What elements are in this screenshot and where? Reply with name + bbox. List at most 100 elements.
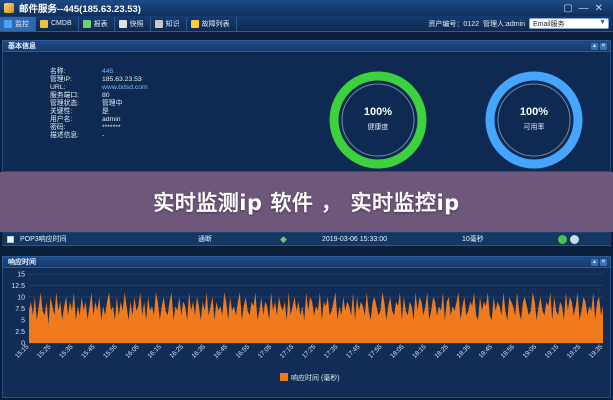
collapse-icon[interactable]: ▴	[591, 258, 598, 266]
x-tick-label: 16:55	[235, 343, 252, 360]
x-tick-label: 18:35	[455, 343, 472, 360]
snapshot-icon	[118, 19, 127, 28]
x-tick-label: 18:25	[433, 343, 450, 360]
x-tick-label: 18:55	[500, 343, 517, 360]
x-tick-label: 19:05	[522, 343, 539, 360]
indicator-name: POP3响应时间	[20, 236, 67, 243]
x-tick-label: 17:25	[301, 343, 318, 360]
legend-label: 响应时间 (毫秒)	[291, 373, 340, 382]
info-row-critical: 关键性: 是	[50, 108, 148, 116]
service-dropdown[interactable]: Email服务 ▼	[529, 18, 609, 29]
tab-monitor[interactable]: 监控	[0, 16, 36, 31]
tab-bar: 监控 CMDB 报表 快照 知识 故障列表 资产编号：0122 管理人:admi…	[0, 16, 613, 32]
response-time-chart-box: 0 2.5 5 7.5 10 12.5 15 15:15 15:25 15:35 15:45 15:…	[2, 268, 611, 398]
admin-label: 管理人:admin	[482, 20, 525, 28]
x-tick-label: 16:25	[168, 343, 185, 360]
row-checkbox[interactable]	[7, 235, 14, 243]
availability-percent: 100%	[519, 106, 549, 118]
y-tick-label: 7.5	[15, 306, 25, 313]
indicator-time: 2019-03-06 15:33:00	[322, 235, 387, 243]
close-icon[interactable]: ×	[600, 258, 607, 266]
x-tick-label: 19:25	[566, 343, 583, 360]
y-tick-label: 12.5	[11, 283, 25, 290]
basic-info-list: 名称: 445 管理IP: 185.63.23.53 URL: www.bdsd.co…	[50, 68, 148, 140]
info-value: 是	[102, 108, 109, 115]
x-tick-label: 16:15	[146, 343, 163, 360]
health-ring	[329, 71, 427, 169]
availability-ring	[485, 71, 583, 169]
settings-icon[interactable]	[570, 234, 579, 244]
info-value-link[interactable]: www.bdsd.com	[102, 84, 148, 92]
info-value-link[interactable]: 445	[102, 68, 113, 76]
cmdb-icon	[40, 19, 48, 28]
x-tick-label: 15:15	[14, 343, 31, 360]
x-tick-label: 19:15	[544, 343, 561, 360]
info-row-password: 密码: *******	[50, 124, 148, 132]
info-row-ip: 管理IP: 185.63.23.53	[50, 76, 148, 84]
header-right: 资产编号：0122 管理人:admin Email服务 ▼	[428, 18, 613, 29]
indicator-value: 10毫秒	[462, 236, 484, 243]
info-key: 用户名:	[50, 116, 73, 123]
tab-fault-list[interactable]: 故障列表	[187, 16, 237, 31]
info-value: -	[102, 132, 105, 139]
app-logo-icon	[4, 3, 14, 13]
info-row-port: 服务端口: 80	[50, 92, 148, 100]
info-row-user: 用户名: admin	[50, 116, 148, 124]
table-row[interactable]: POP3响应时间 通断 ◆ 2019-03-06 15:33:00 10毫秒	[2, 233, 611, 246]
chevron-down-icon: ▼	[599, 19, 606, 26]
y-tick-label: 15	[17, 272, 25, 279]
tab-report[interactable]: 报表	[79, 16, 115, 31]
y-tick-label: 5	[21, 318, 25, 325]
info-value: 管理中	[102, 100, 123, 107]
response-area	[29, 292, 603, 343]
knowledge-icon	[154, 19, 163, 28]
collapse-icon[interactable]: ▴	[591, 42, 598, 50]
close-icon[interactable]: ✕	[595, 3, 603, 14]
tab-cmdb[interactable]: CMDB	[36, 16, 79, 31]
window-titlebar: 邮件服务--445(185.63.23.53) ▢ — ✕	[0, 0, 613, 16]
tab-label: 知识	[165, 20, 180, 28]
x-tick-label: 18:15	[411, 343, 428, 360]
asset-number: 资产编号：0122	[428, 20, 479, 28]
response-time-header: 响应时间 ▴ ×	[2, 256, 611, 268]
info-key: 管理IP:	[50, 76, 72, 83]
tab-label: CMDB	[51, 20, 72, 27]
info-row-description: 描述信息: -	[50, 132, 148, 140]
banner-overlay: 实时监测ip 软件 ， 实时监控ip	[0, 172, 613, 232]
minimize-icon[interactable]: —	[579, 3, 589, 14]
info-key: 名称:	[50, 68, 66, 75]
panel-title: 响应时间	[8, 259, 36, 266]
info-value: *******	[102, 124, 121, 131]
x-tick-label: 16:45	[213, 343, 230, 360]
x-tick-label: 17:45	[345, 343, 362, 360]
tab-label: 故障列表	[201, 20, 230, 28]
response-time-chart: 02.557.51012.515 15:15 15:25 15:35 15:45 15:…	[11, 272, 605, 383]
y-tick-label: 2.5	[15, 329, 25, 336]
indicator-status: 通断	[198, 236, 212, 243]
info-icon[interactable]	[558, 234, 567, 244]
x-tick-label: 16:35	[191, 343, 208, 360]
health-gauge: 100% 健康度	[328, 70, 428, 170]
info-row-status: 管理状态: 管理中	[50, 100, 148, 108]
tab-label: 监控	[15, 20, 29, 28]
x-tick-label: 17:35	[323, 343, 340, 360]
tab-snapshot[interactable]: 快照	[115, 16, 151, 31]
window-controls: ▢ — ✕	[563, 3, 613, 14]
info-row-name: 名称: 445	[50, 68, 148, 76]
status-ok-icon: ◆	[280, 233, 287, 244]
tab-label: 快照	[129, 20, 144, 28]
x-tick-label: 15:55	[102, 343, 119, 360]
health-label: 健康度	[367, 124, 389, 131]
info-row-url: URL: www.bdsd.com	[50, 84, 148, 92]
tab-knowledge[interactable]: 知识	[151, 16, 187, 31]
x-tick-label: 18:05	[389, 343, 406, 360]
x-tick-label: 19:35	[588, 343, 605, 360]
x-tick-label: 18:45	[478, 343, 495, 360]
close-icon[interactable]: ×	[600, 42, 607, 50]
window-title: 邮件服务--445(185.63.23.53)	[19, 4, 141, 15]
maximize-icon[interactable]: ▢	[563, 3, 572, 14]
basic-info-header: 基本信息 ▴ ×	[2, 40, 611, 52]
x-tick-label: 17:05	[257, 343, 274, 360]
x-tick-label: 15:35	[58, 343, 75, 360]
report-icon	[82, 19, 91, 28]
